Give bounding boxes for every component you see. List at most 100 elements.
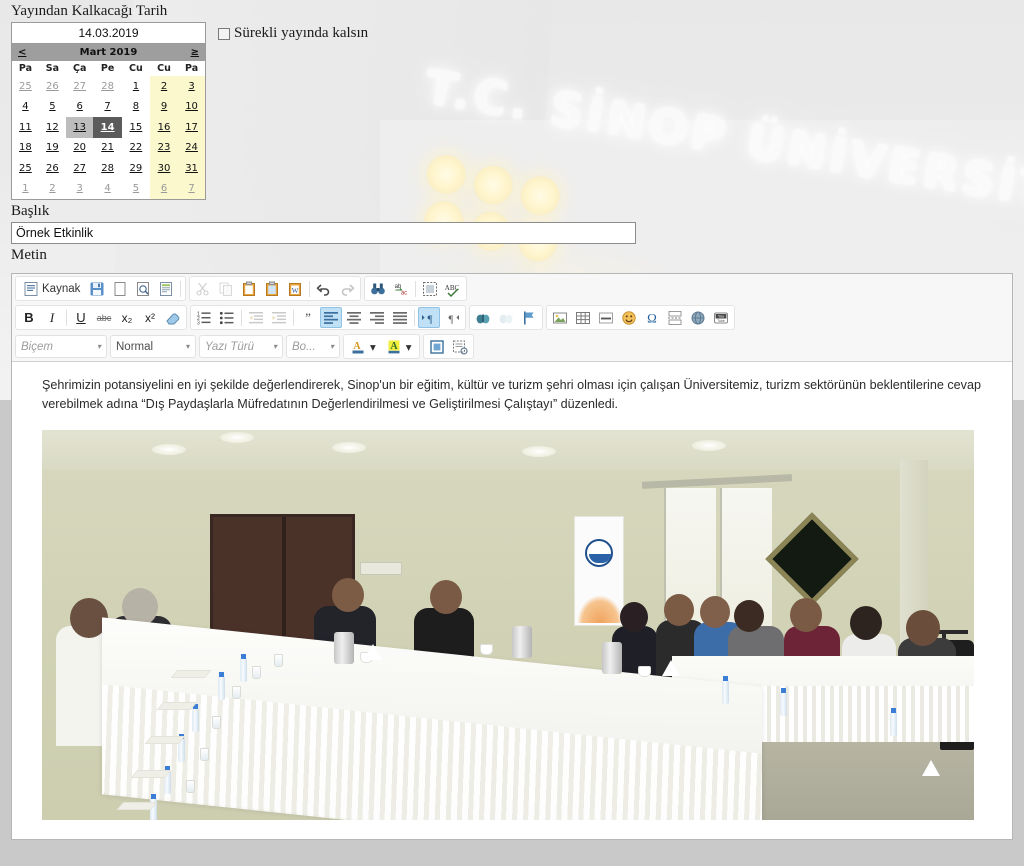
spellcheck-button[interactable]: ABC	[442, 278, 464, 299]
calendar-day-8[interactable]: 8	[122, 97, 150, 118]
iframe-button[interactable]	[687, 307, 709, 328]
editor-content-area[interactable]: Şehrimizin potansiyelini en iyi şekilde …	[12, 361, 1012, 839]
rich-text-editor[interactable]: Kaynak Wab ac ABC B I Uabc x₂ x² 1 2 3” ¶ ¶ Ω You Tube …	[11, 273, 1013, 840]
calendar-day-28[interactable]: 28	[93, 158, 121, 179]
calendar-day-23[interactable]: 23	[149, 137, 179, 158]
calendar-day-9[interactable]: 9	[149, 96, 179, 117]
subscript-button[interactable]: x₂	[116, 307, 138, 328]
align-right-button[interactable]	[366, 307, 388, 328]
styles-select[interactable]: Biçem ▾	[15, 335, 107, 358]
paste-text-button[interactable]	[261, 278, 283, 299]
remove-format-button[interactable]	[162, 307, 184, 328]
align-center-button[interactable]	[343, 307, 365, 328]
show-blocks-button[interactable]	[449, 336, 471, 357]
smiley-button[interactable]	[618, 307, 640, 328]
rtl-button[interactable]: ¶	[441, 307, 463, 328]
calendar-day-7[interactable]: 7	[178, 178, 205, 199]
new-page-button[interactable]	[109, 278, 131, 299]
calendar-day-19[interactable]: 19	[39, 138, 66, 159]
calendar-day-5[interactable]: 5	[122, 179, 150, 200]
undo-button[interactable]	[313, 278, 335, 299]
strikethrough-button[interactable]: abc	[93, 307, 115, 328]
bold-button[interactable]: B	[18, 307, 40, 328]
source-button[interactable]: Kaynak	[18, 278, 85, 299]
meeting-photo[interactable]	[42, 430, 974, 820]
calendar-day-24[interactable]: 24	[178, 137, 205, 158]
calendar-day-25[interactable]: 25	[12, 158, 39, 179]
save-button[interactable]	[86, 278, 108, 299]
bulleted-list-button[interactable]	[216, 307, 238, 328]
calendar-day-29[interactable]: 29	[122, 158, 150, 179]
align-left-button[interactable]	[320, 307, 342, 328]
link-button[interactable]	[472, 307, 494, 328]
table-button[interactable]	[572, 307, 594, 328]
calendar-day-3[interactable]: 3	[178, 76, 205, 97]
persist-checkbox[interactable]	[218, 27, 230, 40]
paste-word-button[interactable]: W	[284, 278, 306, 299]
calendar-day-17[interactable]: 17	[178, 117, 205, 138]
blockquote-button[interactable]: ”	[297, 307, 319, 328]
youtube-button[interactable]: You Tube	[710, 307, 732, 328]
title-input[interactable]	[11, 222, 636, 244]
calendar-day-5[interactable]: 5	[39, 97, 66, 118]
image-button[interactable]	[549, 307, 571, 328]
calendar-day-27[interactable]: 27	[66, 76, 93, 97]
calendar-day-21[interactable]: 21	[93, 138, 121, 159]
preview-button[interactable]	[132, 278, 154, 299]
publish-end-date-input[interactable]	[11, 22, 206, 44]
ltr-button[interactable]: ¶	[418, 307, 440, 328]
calendar-day-26[interactable]: 26	[39, 76, 66, 97]
calendar-day-6[interactable]: 6	[149, 178, 179, 199]
calendar-day-20[interactable]: 20	[66, 138, 93, 159]
calendar-day-7[interactable]: 7	[93, 97, 121, 118]
calendar-day-6[interactable]: 6	[66, 97, 93, 118]
replace-button[interactable]: ab ac	[390, 278, 412, 299]
copy-button[interactable]	[215, 278, 237, 299]
date-picker-calendar[interactable]: < Mart 2019 ≥ Pa Sa Ça Pe Cu Cu Pa 25 26 27 28 1 2 3…	[11, 44, 206, 200]
calendar-day-2[interactable]: 2	[149, 76, 179, 97]
outdent-button[interactable]	[245, 307, 267, 328]
horizontal-rule-button[interactable]	[595, 307, 617, 328]
calendar-day-31[interactable]: 31	[178, 158, 205, 179]
calendar-day-13[interactable]: 13	[65, 117, 94, 138]
calendar-day-30[interactable]: 30	[149, 158, 179, 179]
calendar-day-22[interactable]: 22	[122, 138, 150, 159]
calendar-day-26[interactable]: 26	[39, 158, 66, 179]
calendar-day-2[interactable]: 2	[39, 179, 66, 200]
calendar-day-16[interactable]: 16	[149, 117, 179, 138]
superscript-button[interactable]: x²	[139, 307, 161, 328]
calendar-day-11[interactable]: 11	[12, 117, 39, 138]
calendar-prev-month-button[interactable]: <	[18, 47, 26, 58]
calendar-day-25[interactable]: 25	[12, 76, 39, 97]
text-color-button[interactable]: A ▾	[346, 336, 381, 357]
unlink-button[interactable]	[495, 307, 517, 328]
paste-button[interactable]	[238, 278, 260, 299]
special-char-button[interactable]: Ω	[641, 307, 663, 328]
redo-button[interactable]	[336, 278, 358, 299]
indent-button[interactable]	[268, 307, 290, 328]
underline-button[interactable]: U	[70, 307, 92, 328]
numbered-list-button[interactable]: 123	[193, 307, 215, 328]
format-select[interactable]: Normal ▾	[110, 335, 196, 358]
calendar-day-18[interactable]: 18	[12, 138, 39, 159]
find-button[interactable]	[367, 278, 389, 299]
calendar-day-1[interactable]: 1	[12, 179, 39, 200]
calendar-day-14[interactable]: 14	[93, 117, 122, 138]
calendar-day-27[interactable]: 27	[66, 158, 93, 179]
maximize-button[interactable]	[426, 336, 448, 357]
templates-button[interactable]	[155, 278, 177, 299]
calendar-day-4[interactable]: 4	[93, 179, 121, 200]
font-size-select[interactable]: Bo... ▾	[286, 335, 340, 358]
anchor-button[interactable]	[518, 307, 540, 328]
select-all-button[interactable]	[419, 278, 441, 299]
calendar-day-12[interactable]: 12	[39, 117, 66, 138]
page-break-button[interactable]	[664, 307, 686, 328]
persist-checkbox-row[interactable]: Sürekli yayında kalsın	[218, 25, 368, 42]
calendar-day-15[interactable]: 15	[122, 117, 150, 138]
calendar-day-4[interactable]: 4	[12, 97, 39, 118]
justify-button[interactable]	[389, 307, 411, 328]
font-select[interactable]: Yazı Türü ▾	[199, 335, 283, 358]
calendar-next-month-button[interactable]: ≥	[191, 47, 199, 58]
background-color-button[interactable]: A ▾	[382, 336, 417, 357]
calendar-day-3[interactable]: 3	[66, 179, 93, 200]
